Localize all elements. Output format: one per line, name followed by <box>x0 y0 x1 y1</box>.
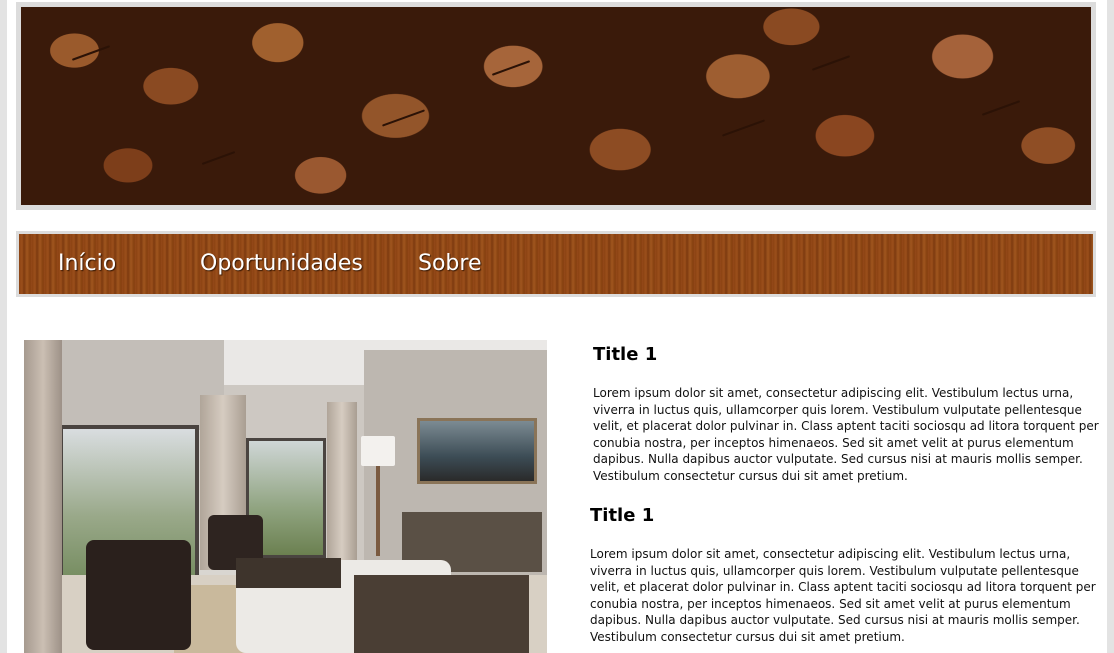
nav-item-inicio[interactable]: Início <box>58 234 116 294</box>
page-border-right <box>1107 0 1114 653</box>
text-line: dapibus. Nulla dapibus auctor vulputate.… <box>590 613 1080 627</box>
text-line: Vestibulum consectetur cursus dui sit am… <box>590 629 905 644</box>
text-line: velit, et placerat dolor pulvinar in. Cl… <box>593 419 1099 433</box>
text-line: dapibus. Nulla dapibus auctor vulputate.… <box>593 452 1083 466</box>
nav-item-oportunidades[interactable]: Oportunidades <box>200 234 363 294</box>
text-line: Lorem ipsum dolor sit amet, consectetur … <box>590 547 1071 561</box>
text-line: viverra in luctus quis, ullamcorper quis… <box>593 402 1082 417</box>
text-line: Vestibulum consectetur cursus dui sit am… <box>593 468 908 483</box>
page-border-left <box>0 0 7 653</box>
text-line: velit, et placerat dolor pulvinar in. Cl… <box>590 580 1096 594</box>
section-2-text: Lorem ipsum dolor sit amet, consectetur … <box>590 546 1096 645</box>
living-room-image <box>24 340 547 653</box>
section-2-title: Title 1 <box>590 505 655 526</box>
section-1-title: Title 1 <box>593 344 658 365</box>
header-banner <box>16 2 1096 210</box>
main-nav: Início Oportunidades Sobre <box>16 231 1096 297</box>
text-line: Lorem ipsum dolor sit amet, consectetur … <box>593 386 1074 400</box>
nav-item-sobre[interactable]: Sobre <box>418 234 482 294</box>
section-1-text: Lorem ipsum dolor sit amet, consectetur … <box>593 385 1099 484</box>
nav-bar: Início Oportunidades Sobre <box>19 234 1093 294</box>
text-line: conubia nostra, per inceptos himenaeos. … <box>593 435 1074 450</box>
text-line: conubia nostra, per inceptos himenaeos. … <box>590 596 1071 611</box>
text-line: viverra in luctus quis, ullamcorper quis… <box>590 563 1079 578</box>
coffee-beans-image <box>21 7 1091 205</box>
